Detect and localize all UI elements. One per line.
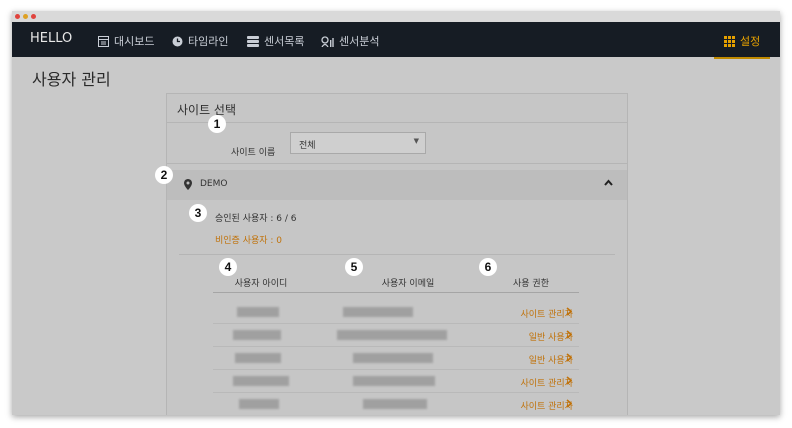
divider	[167, 122, 627, 123]
table-row: 일반 사용자	[213, 324, 579, 347]
site-name-select-value: 전체	[299, 141, 316, 151]
nav-label-sensor-analysis: 센서분석	[339, 35, 380, 48]
callout-5: 5	[345, 258, 363, 276]
role-link[interactable]: 사이트 관리자	[463, 399, 573, 412]
role-link[interactable]: 사이트 관리자	[463, 307, 573, 320]
chevron-right-icon[interactable]	[566, 330, 572, 339]
page-title: 사용자 관리	[32, 70, 111, 89]
grid-icon	[724, 35, 735, 47]
nav-label-settings: 설정	[740, 35, 761, 48]
role-link[interactable]: 일반 사용자	[463, 353, 573, 366]
nav-item-sensor-list[interactable]: 센서목록	[247, 33, 304, 49]
chevron-up-icon[interactable]	[604, 179, 613, 186]
user-id-blurred	[233, 330, 281, 340]
nav-item-settings[interactable]: 설정	[714, 22, 770, 59]
dashboard-icon	[98, 35, 109, 47]
table-row: 사이트 관리자	[213, 370, 579, 393]
minimize-window-button[interactable]	[23, 14, 28, 19]
role-link[interactable]: 사이트 관리자	[463, 376, 573, 389]
nav-label-timeline: 타임라인	[188, 35, 229, 48]
callout-6: 6	[479, 258, 497, 276]
user-id-blurred	[239, 399, 279, 409]
card-title: 사이트 선택	[177, 103, 237, 117]
chevron-right-icon[interactable]	[566, 353, 572, 362]
user-id-blurred	[237, 307, 279, 317]
chevron-right-icon[interactable]	[566, 399, 572, 408]
table-row: 사이트 관리자	[213, 301, 579, 324]
callout-2: 2	[155, 166, 173, 184]
close-window-button[interactable]	[15, 14, 20, 19]
nav-item-dashboard[interactable]: 대시보드	[98, 33, 154, 49]
site-name: DEMO	[200, 179, 228, 189]
callout-4: 4	[219, 258, 237, 276]
list-icon	[247, 35, 259, 47]
window-titlebar	[12, 11, 780, 22]
column-header-email: 사용자 이메일	[381, 279, 435, 289]
user-id-blurred	[235, 353, 281, 363]
nav-label-sensor-list: 센서목록	[264, 35, 305, 48]
user-email-blurred	[353, 353, 433, 363]
user-email-blurred	[343, 307, 413, 317]
role-link[interactable]: 일반 사용자	[463, 330, 573, 343]
clock-icon	[172, 36, 183, 46]
site-name-select[interactable]: 전체 ▼	[290, 132, 426, 154]
table-row: 사이트 관리자	[213, 393, 579, 415]
table-header-divider	[213, 292, 579, 293]
nav-item-timeline[interactable]: 타임라인	[172, 33, 228, 49]
site-section-header[interactable]: DEMO	[167, 170, 627, 200]
divider	[167, 163, 627, 164]
app-window: HELLO 대시보드 타임라인 센서목록 센서분석 설정 사용자 관리 사이트 …	[12, 11, 780, 415]
map-pin-icon	[184, 179, 192, 190]
analytics-icon	[321, 35, 334, 47]
chevron-right-icon[interactable]	[566, 307, 572, 316]
nav-label-dashboard: 대시보드	[114, 35, 155, 48]
site-select-card: 사이트 선택 사이트 이름 전체 ▼ DEMO 승인된 사용자 : 6 / 6 …	[166, 93, 628, 415]
user-email-blurred	[363, 399, 427, 409]
callout-3: 3	[189, 204, 207, 222]
callout-1: 1	[208, 115, 226, 133]
maximize-window-button[interactable]	[31, 14, 36, 19]
brand-logo[interactable]: HELLO	[30, 31, 72, 46]
column-header-user-id: 사용자 아이디	[234, 279, 288, 289]
nav-item-sensor-analysis[interactable]: 센서분석	[321, 33, 379, 49]
user-email-blurred	[337, 330, 447, 340]
approved-users-count: 승인된 사용자 : 6 / 6	[215, 214, 297, 224]
divider	[179, 254, 615, 255]
top-navbar: HELLO 대시보드 타임라인 센서목록 센서분석 설정	[12, 22, 780, 59]
user-email-blurred	[353, 376, 435, 386]
chevron-right-icon[interactable]	[566, 376, 572, 385]
site-name-label: 사이트 이름	[231, 148, 276, 158]
active-tab-indicator	[714, 57, 770, 59]
chevron-down-icon: ▼	[413, 137, 419, 145]
pending-users-count[interactable]: 비인증 사용자 : 0	[215, 233, 282, 246]
column-header-permission: 사용 권한	[513, 279, 549, 289]
user-id-blurred	[233, 376, 289, 386]
table-row: 일반 사용자	[213, 347, 579, 370]
